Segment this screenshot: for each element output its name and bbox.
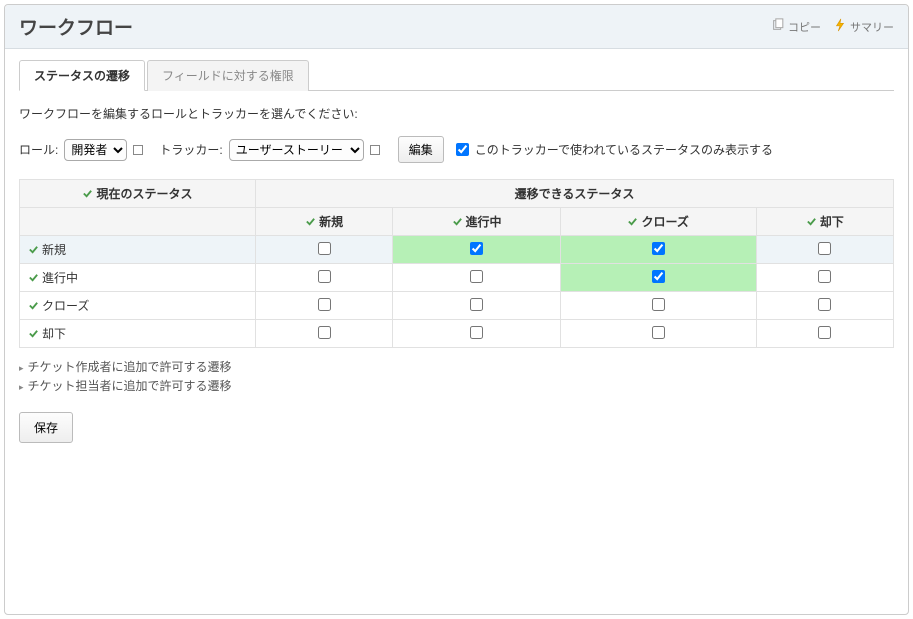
col-status-3[interactable]: 却下	[756, 208, 893, 236]
tracker-select[interactable]: ユーザーストーリー	[229, 139, 364, 161]
transition-cell	[560, 264, 756, 292]
tab-field-permissions[interactable]: フィールドに対する権限	[147, 60, 309, 91]
transition-cell	[393, 292, 560, 320]
column-status-row: 新規 進行中 クローズ 却下	[20, 208, 894, 236]
transition-cell	[255, 236, 392, 264]
col-status-2[interactable]: クローズ	[560, 208, 756, 236]
workflow-table: 現在のステータス 遷移できるステータス 新規 進行中 クローズ 却下 新規進行中…	[19, 179, 894, 348]
row-status[interactable]: 却下	[20, 320, 256, 348]
transition-cell	[756, 236, 893, 264]
transition-checkbox[interactable]	[818, 298, 831, 311]
tracker-multi-toggle[interactable]	[370, 145, 380, 155]
transition-checkbox[interactable]	[652, 298, 665, 311]
transition-checkbox[interactable]	[318, 270, 331, 283]
transition-cell	[560, 236, 756, 264]
transition-checkbox[interactable]	[470, 298, 483, 311]
transition-checkbox[interactable]	[818, 326, 831, 339]
transition-checkbox[interactable]	[652, 326, 665, 339]
transition-checkbox[interactable]	[318, 242, 331, 255]
transition-cell	[393, 236, 560, 264]
row-status[interactable]: 進行中	[20, 264, 256, 292]
lightning-icon	[833, 18, 847, 35]
col-status-1[interactable]: 進行中	[393, 208, 560, 236]
table-row: クローズ	[20, 292, 894, 320]
check-icon	[82, 188, 93, 199]
transition-checkbox[interactable]	[652, 242, 665, 255]
role-label: ロール:	[19, 141, 58, 158]
table-row: 進行中	[20, 264, 894, 292]
transition-cell	[255, 264, 392, 292]
content: ステータスの遷移 フィールドに対する権限 ワークフローを編集するロールとトラッカ…	[5, 49, 908, 453]
transition-cell	[255, 292, 392, 320]
row-status[interactable]: 新規	[20, 236, 256, 264]
summary-label: サマリー	[850, 19, 894, 35]
filter-row: ロール: 開発者 トラッカー: ユーザーストーリー 編集 このトラッカーで使われ…	[19, 136, 894, 163]
transition-checkbox[interactable]	[470, 270, 483, 283]
allowed-status-header: 遷移できるステータス	[255, 180, 893, 208]
page-title: ワークフロー	[19, 13, 759, 40]
role-select[interactable]: 開発者	[64, 139, 127, 161]
transition-cell	[756, 320, 893, 348]
row-status[interactable]: クローズ	[20, 292, 256, 320]
transition-checkbox[interactable]	[818, 242, 831, 255]
expander-author[interactable]: チケット作成者に追加で許可する遷移	[19, 358, 894, 375]
transition-checkbox[interactable]	[470, 326, 483, 339]
tabs: ステータスの遷移 フィールドに対する権限	[19, 59, 894, 91]
page-header: ワークフロー コピー サマリー	[5, 5, 908, 49]
workflow-page: ワークフロー コピー サマリー ステータスの遷移 フィールドに対する権限 ワーク…	[4, 4, 909, 615]
tracker-label: トラッカー:	[159, 141, 222, 158]
transition-checkbox[interactable]	[318, 326, 331, 339]
transition-cell	[393, 320, 560, 348]
edit-button[interactable]: 編集	[398, 136, 444, 163]
summary-action[interactable]: サマリー	[833, 18, 894, 35]
transition-cell	[393, 264, 560, 292]
copy-icon	[771, 18, 785, 35]
instruction-text: ワークフローを編集するロールとトラッカーを選んでください:	[19, 105, 894, 122]
tab-status-transitions[interactable]: ステータスの遷移	[19, 60, 145, 91]
col-status-0[interactable]: 新規	[255, 208, 392, 236]
transition-cell	[255, 320, 392, 348]
copy-action[interactable]: コピー	[771, 18, 821, 35]
current-status-header: 現在のステータス	[20, 180, 256, 208]
transition-cell	[756, 292, 893, 320]
transition-cell	[560, 320, 756, 348]
save-button[interactable]: 保存	[19, 412, 73, 443]
table-row: 新規	[20, 236, 894, 264]
transition-checkbox[interactable]	[652, 270, 665, 283]
transition-checkbox[interactable]	[318, 298, 331, 311]
only-used-checkbox[interactable]	[456, 143, 469, 156]
expander-assignee[interactable]: チケット担当者に追加で許可する遷移	[19, 377, 894, 394]
table-row: 却下	[20, 320, 894, 348]
transition-cell	[756, 264, 893, 292]
only-used-label: このトラッカーで使われているステータスのみ表示する	[475, 141, 773, 158]
role-multi-toggle[interactable]	[133, 145, 143, 155]
copy-label: コピー	[788, 19, 821, 35]
transition-checkbox[interactable]	[818, 270, 831, 283]
transition-checkbox[interactable]	[470, 242, 483, 255]
transition-cell	[560, 292, 756, 320]
